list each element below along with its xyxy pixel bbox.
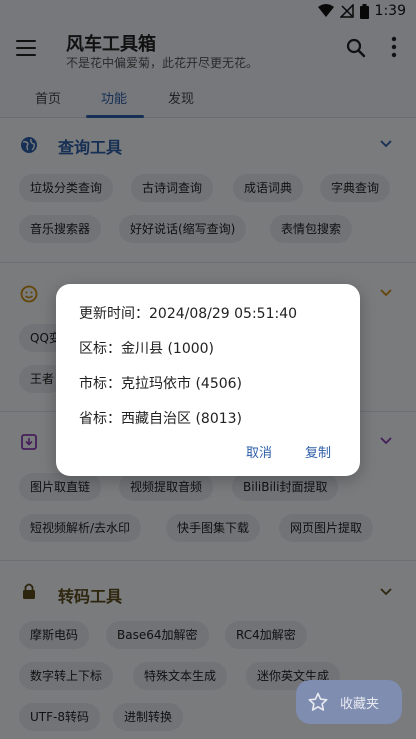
update-time-text: 更新时间：2024/08/29 05:51:40 [79, 306, 298, 322]
star-icon [308, 692, 328, 711]
cancel-button[interactable]: 取消 [246, 442, 272, 461]
copy-button[interactable]: 复制 [305, 442, 331, 461]
city-code-text: 市标：克拉玛依市 (4506) [79, 376, 243, 392]
info-dialog: 更新时间：2024/08/29 05:51:40 区标：金川县 (1000) 市… [56, 284, 360, 476]
province-code-text: 省标：西藏自治区 (8013) [79, 411, 243, 427]
fab-label: 收藏夹 [340, 697, 380, 712]
district-code-text: 区标：金川县 (1000) [79, 341, 215, 357]
favorites-fab[interactable]: 收藏夹 [296, 680, 402, 724]
